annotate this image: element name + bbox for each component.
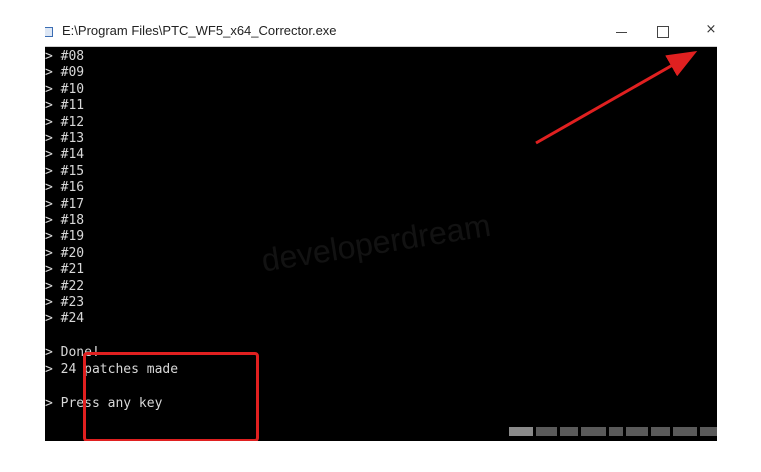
console-line-text: #21 <box>60 262 85 278</box>
prompt-symbol: > <box>45 362 53 377</box>
console-line-text: #18 <box>60 213 85 228</box>
prompt-symbol: > <box>45 278 53 294</box>
prompt-symbol: > <box>45 196 53 212</box>
console-line: > #14 <box>45 147 84 163</box>
highlight-annotation <box>83 352 259 441</box>
console-line-text: #14 <box>60 147 85 163</box>
prompt-symbol: > <box>45 81 53 97</box>
close-icon: × <box>705 22 717 37</box>
title-bar[interactable]: E:\Program Files\PTC_WF5_x64_Corrector.e… <box>45 20 717 47</box>
console-line-text: #23 <box>60 295 85 310</box>
prompt-symbol: > <box>45 396 53 411</box>
console-line: > #20 <box>45 246 84 262</box>
console-line-text: #24 <box>60 311 85 327</box>
console-line-text: #12 <box>60 114 85 130</box>
maximize-button[interactable] <box>643 20 683 46</box>
console-line: > #08 <box>45 49 84 65</box>
console-line-text: #10 <box>60 81 85 97</box>
console-line: > #17 <box>45 197 84 213</box>
console-line-text: #15 <box>60 163 85 179</box>
console-line-text: #11 <box>60 98 85 114</box>
console-line-text: #22 <box>60 278 85 294</box>
prompt-symbol: > <box>45 163 53 179</box>
console-window: E:\Program Files\PTC_WF5_x64_Corrector.e… <box>45 20 717 441</box>
console-line: > #09 <box>45 65 84 81</box>
prompt-symbol: > <box>45 131 53 146</box>
console-line: > #21 <box>45 262 84 278</box>
console-line-text: #16 <box>60 180 85 196</box>
console-line-text: #09 <box>60 65 85 81</box>
prompt-symbol: > <box>45 245 53 261</box>
console-line: > #10 <box>45 82 84 98</box>
console-line: > #11 <box>45 98 84 114</box>
pixelated-region <box>509 424 717 438</box>
console-app-icon <box>45 27 53 37</box>
console-line: > #15 <box>45 164 84 180</box>
console-line-text: #13 <box>60 131 85 146</box>
console-line: > #19 <box>45 229 84 245</box>
screenshot: E:\Program Files\PTC_WF5_x64_Corrector.e… <box>0 0 761 472</box>
prompt-symbol: > <box>45 147 53 163</box>
console-line: > #22 <box>45 279 84 295</box>
minimize-icon <box>615 32 627 33</box>
console-line-text: #19 <box>60 229 85 245</box>
console-line: > #23 <box>45 295 84 311</box>
prompt-symbol: > <box>45 65 53 81</box>
console-line: > #13 <box>45 131 84 147</box>
window-title: E:\Program Files\PTC_WF5_x64_Corrector.e… <box>62 23 337 38</box>
prompt-symbol: > <box>45 262 53 278</box>
close-button[interactable]: × <box>691 20 717 46</box>
console-line: > #24 <box>45 311 84 327</box>
prompt-symbol: > <box>45 49 53 64</box>
console-line-text: #20 <box>60 245 85 261</box>
console-line-text: #17 <box>60 196 85 212</box>
prompt-symbol: > <box>45 345 53 360</box>
console-line: > #16 <box>45 180 84 196</box>
prompt-symbol: > <box>45 295 53 310</box>
prompt-symbol: > <box>45 114 53 130</box>
prompt-symbol: > <box>45 180 53 196</box>
maximize-icon <box>657 26 669 38</box>
watermark-text: developerdream <box>259 206 494 279</box>
prompt-symbol: > <box>45 311 53 327</box>
console-line-text: #08 <box>60 49 85 64</box>
prompt-symbol: > <box>45 98 53 114</box>
prompt-symbol: > <box>45 213 53 228</box>
minimize-button[interactable] <box>601 20 641 46</box>
prompt-symbol: > <box>45 229 53 245</box>
console-line: > #18 <box>45 213 84 229</box>
console-line: > #12 <box>45 115 84 131</box>
